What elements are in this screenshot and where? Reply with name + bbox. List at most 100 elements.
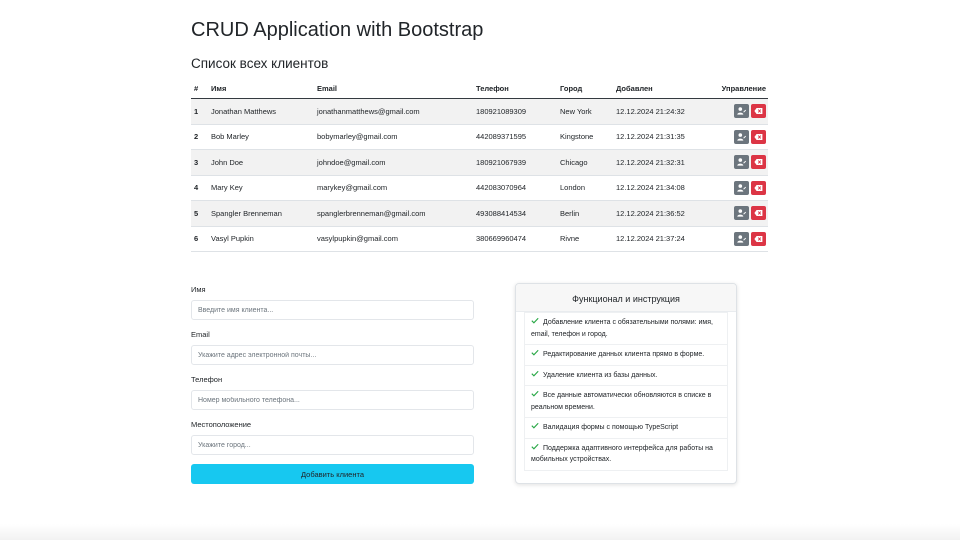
cell-actions — [713, 124, 768, 150]
feature-item: Валидация формы с помощью TypeScript — [525, 418, 727, 439]
delete-client-button[interactable] — [751, 180, 766, 195]
cell-added: 12.12.2024 21:31:35 — [613, 124, 713, 150]
table-row: 3 John Doe johndoe@gmail.com 180921067939 Ch… — [191, 149, 768, 176]
column-header-email: Email — [314, 78, 473, 99]
edit-client-button[interactable] — [734, 104, 749, 119]
table-body: 1 Jonathan Matthews jonathanmatthews@gmail… — [191, 98, 768, 252]
cell-city: London — [557, 175, 613, 201]
cell-number: 4 — [191, 175, 208, 201]
check-icon — [531, 317, 539, 324]
feature-text: Поддержка адаптивного интерфейса для раб… — [531, 444, 713, 464]
email-label: Email — [191, 330, 210, 339]
edit-client-button[interactable] — [734, 129, 749, 144]
edit-client-button[interactable] — [734, 206, 749, 221]
cell-phone: 442089371595 — [473, 124, 557, 150]
location-input[interactable] — [191, 435, 474, 455]
cell-email: marykey@gmail.com — [314, 175, 473, 201]
features-card-title: Функционал и инструкция — [516, 284, 736, 312]
column-header-number: # — [191, 78, 208, 99]
delete-client-button[interactable] — [751, 206, 766, 221]
cell-actions — [713, 226, 768, 252]
cell-actions — [713, 98, 768, 125]
phone-label: Телефон — [191, 375, 223, 384]
cell-added: 12.12.2024 21:36:52 — [613, 200, 713, 227]
cell-name: John Doe — [208, 149, 314, 176]
cell-name: Bob Marley — [208, 124, 314, 150]
feature-text: Удаление клиента из базы данных. — [543, 371, 658, 379]
cell-email: jonathanmatthews@gmail.com — [314, 98, 473, 125]
column-header-city: Город — [557, 78, 613, 99]
feature-text: Валидация формы с помощью TypeScript — [543, 424, 679, 431]
cell-name: Mary Key — [208, 175, 314, 201]
cell-city: New York — [557, 98, 613, 125]
features-list: Добавление клиента с обязательными полям… — [524, 312, 728, 471]
delete-client-button[interactable] — [751, 155, 766, 170]
column-header-actions: Управление — [713, 78, 768, 99]
column-header-name: Имя — [208, 78, 314, 99]
cell-number: 1 — [191, 98, 208, 125]
cell-actions — [713, 175, 768, 201]
cell-number: 6 — [191, 226, 208, 252]
table-header: # Имя Email Телефон Город Добавлен Управ… — [191, 78, 768, 99]
feature-text: Все данные автоматически обновляются в с… — [531, 392, 712, 411]
clients-table: # Имя Email Телефон Город Добавлен Управ… — [191, 78, 768, 252]
cell-number: 5 — [191, 200, 208, 227]
page-title: CRUD Application with Bootstrap — [191, 19, 484, 41]
delete-client-button[interactable] — [751, 231, 766, 246]
check-icon — [531, 422, 539, 429]
table-row: 1 Jonathan Matthews jonathanmatthews@gmail… — [191, 98, 768, 125]
cell-phone: 180921089309 — [473, 98, 557, 125]
email-input[interactable] — [191, 345, 474, 365]
cell-name: Spangler Brenneman — [208, 200, 314, 227]
feature-text: Редактирование данных клиента прямо в фо… — [543, 351, 705, 358]
feature-item: Все данные автоматически обновляются в с… — [525, 386, 727, 418]
clients-list-title: Список всех клиентов — [191, 56, 329, 71]
column-header-added: Добавлен — [613, 78, 713, 99]
cell-added: 12.12.2024 21:24:32 — [613, 98, 713, 125]
cell-email: bobymarley@gmail.com — [314, 124, 473, 150]
check-icon — [531, 370, 539, 377]
check-icon — [531, 390, 539, 397]
features-card: Функционал и инструкция Добавление клиен… — [515, 283, 737, 484]
cell-phone: 493088414534 — [473, 200, 557, 227]
cell-name: Jonathan Matthews — [208, 98, 314, 125]
cell-city: Kingstone — [557, 124, 613, 150]
column-header-phone: Телефон — [473, 78, 557, 99]
cell-actions — [713, 149, 768, 176]
feature-text: Добавление клиента с обязательными полям… — [531, 319, 713, 338]
cell-added: 12.12.2024 21:37:24 — [613, 226, 713, 252]
name-input[interactable] — [191, 300, 474, 320]
cell-city: Berlin — [557, 200, 613, 227]
cell-phone: 380669960474 — [473, 226, 557, 252]
feature-item: Добавление клиента с обязательными полям… — [525, 313, 727, 345]
cell-city: Chicago — [557, 149, 613, 176]
cell-email: vasylpupkin@gmail.com — [314, 226, 473, 252]
cell-phone: 442083070964 — [473, 175, 557, 201]
check-icon — [531, 443, 539, 450]
delete-client-button[interactable] — [751, 104, 766, 119]
name-label: Имя — [191, 285, 206, 294]
cell-email: spanglerbrenneman@gmail.com — [314, 200, 473, 227]
table-row: 5 Spangler Brenneman spanglerbrenneman@gma… — [191, 200, 768, 227]
cell-email: johndoe@gmail.com — [314, 149, 473, 176]
delete-client-button[interactable] — [751, 129, 766, 144]
cell-name: Vasyl Pupkin — [208, 226, 314, 252]
table-row: 6 Vasyl Pupkin vasylpupkin@gmail.com 380669… — [191, 226, 768, 252]
location-label: Местоположение — [191, 420, 252, 429]
feature-item: Удаление клиента из базы данных. — [525, 366, 727, 386]
table-row: 4 Mary Key marykey@gmail.com 442083070964 Lo… — [191, 175, 768, 201]
cell-number: 3 — [191, 149, 208, 176]
cell-phone: 180921067939 — [473, 149, 557, 176]
check-icon — [531, 349, 539, 356]
edit-client-button[interactable] — [734, 155, 749, 170]
feature-item: Редактирование данных клиента прямо в фо… — [525, 345, 727, 366]
cell-added: 12.12.2024 21:34:08 — [613, 175, 713, 201]
cell-city: Rivne — [557, 226, 613, 252]
feature-item: Поддержка адаптивного интерфейса для раб… — [525, 439, 727, 470]
cell-number: 2 — [191, 124, 208, 150]
add-client-button[interactable]: Добавить клиента — [191, 464, 474, 484]
edit-client-button[interactable] — [734, 180, 749, 195]
phone-input[interactable] — [191, 390, 474, 410]
cell-added: 12.12.2024 21:32:31 — [613, 149, 713, 176]
edit-client-button[interactable] — [734, 231, 749, 246]
